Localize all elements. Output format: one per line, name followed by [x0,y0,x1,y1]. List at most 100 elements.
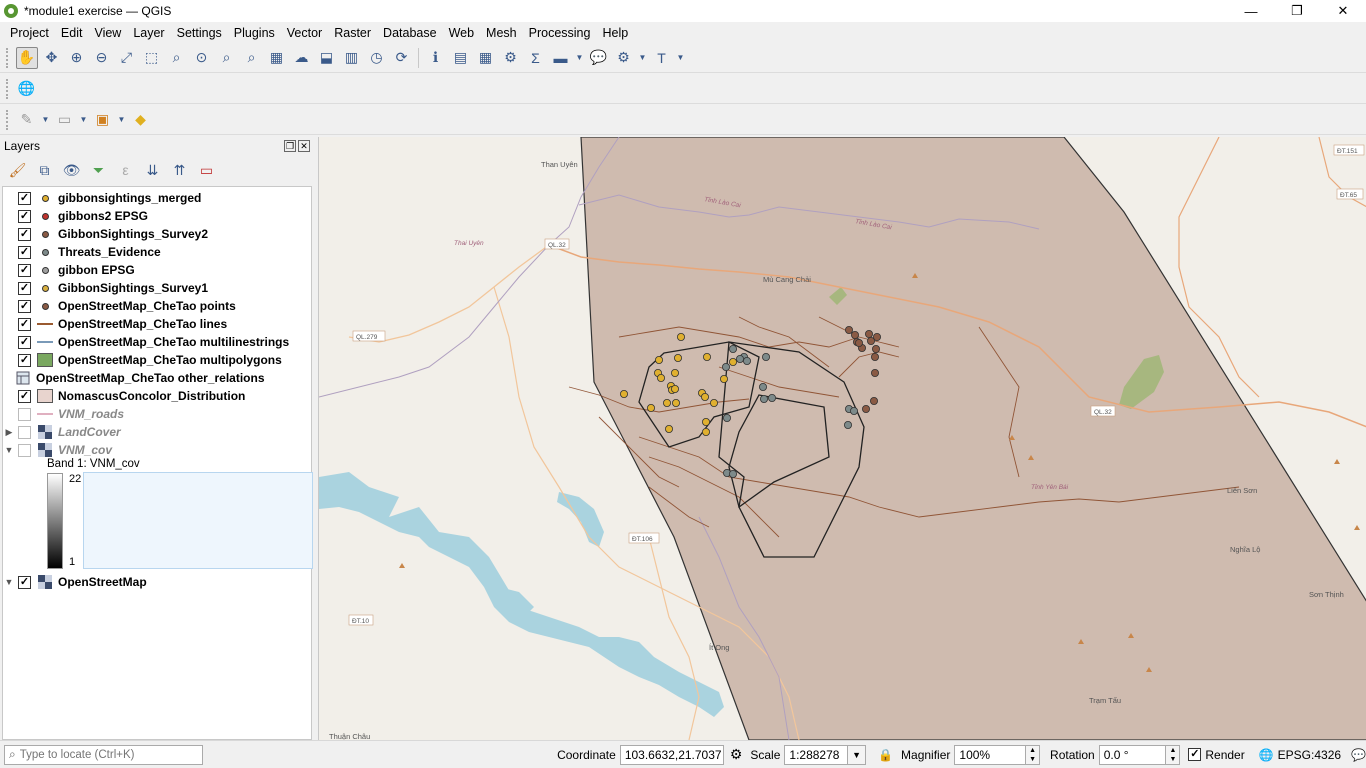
current-edits-icon[interactable]: ✎ [16,109,38,131]
layer-checkbox[interactable]: ✓ [18,263,31,277]
layer-row[interactable]: ✓ OpenStreetMap_CheTao multilinestrings [3,333,311,351]
layer-checkbox[interactable]: ✓ [18,209,31,223]
layer-checkbox[interactable] [18,407,31,421]
menu-vector[interactable]: Vector [281,26,328,40]
survey1-point[interactable] [664,424,673,433]
threat-point[interactable] [735,354,744,363]
survey2-point[interactable] [871,352,880,361]
layer-checkbox[interactable]: ✓ [18,353,31,367]
survey1-point[interactable] [728,357,737,366]
style-brush-icon[interactable]: 🖌 [6,159,30,181]
layer-checkbox[interactable] [18,425,31,439]
layer-row[interactable]: ✓ gibbonsightings_merged [3,189,311,207]
survey1-point[interactable] [676,332,685,341]
pan-to-selection-icon[interactable]: ✥ [41,47,63,69]
field-calculator-icon[interactable]: ▦ [475,47,497,69]
survey2-point[interactable] [871,368,880,377]
menu-processing[interactable]: Processing [523,26,597,40]
survey2-point[interactable] [855,338,864,347]
select-features-icon[interactable]: ⚙ [613,47,635,69]
scale-field[interactable]: 1:288278 [784,744,849,765]
layer-checkbox[interactable]: ✓ [18,191,31,205]
show-bookmarks-icon[interactable]: ☁ [291,47,313,69]
zoom-to-selection-icon[interactable]: ⬚ [141,47,163,69]
layer-row[interactable]: ✓ GibbonSightings_Survey2 [3,225,311,243]
new-bookmark-icon[interactable]: ▦ [266,47,288,69]
spatial-bookmarks-icon[interactable]: ⬓ [316,47,338,69]
filter-expression-icon[interactable]: ε [114,159,138,181]
survey1-point[interactable] [670,368,679,377]
lock-scale-icon[interactable]: 🔒 [878,748,893,762]
expand-arrow-icon[interactable]: ▼ [3,445,15,455]
layer-checkbox[interactable]: ✓ [18,389,31,403]
menu-help[interactable]: Help [596,26,634,40]
collapse-all-icon[interactable]: ⇈ [168,159,192,181]
layer-row[interactable]: ✓ NomascusConcolor_Distribution [3,387,311,405]
layer-row[interactable]: ▼ VNM_cov [3,441,311,459]
close-button[interactable]: ✕ [1320,0,1366,22]
layer-row[interactable]: VNM_roads [3,405,311,423]
layer-checkbox[interactable]: ✓ [18,299,31,313]
crs-label[interactable]: EPSG:4326 [1278,748,1341,762]
map-canvas[interactable]: Than Uyên Mù Cang Chải Ít Ong Liên Sơn N… [318,137,1366,740]
survey2-point[interactable] [873,332,882,341]
survey1-point[interactable] [670,384,679,393]
zoom-to-layer-icon[interactable]: ⌕ [166,47,188,69]
layer-checkbox[interactable]: ✓ [18,227,31,241]
messages-icon[interactable]: 💬 [1351,748,1366,762]
threat-point[interactable] [767,393,776,402]
zoom-full-icon[interactable]: ⤢ [116,47,138,69]
manage-visibility-icon[interactable]: 👁 [60,159,84,181]
layer-row[interactable]: ✓ OpenStreetMap_CheTao lines [3,315,311,333]
measure-icon[interactable]: ▬ [550,47,572,69]
threat-point[interactable] [850,406,859,415]
scale-dropdown-icon[interactable]: ▼ [848,744,867,765]
label-icon[interactable]: ◆ [130,109,152,131]
zoom-native-icon[interactable]: ⊙ [191,47,213,69]
layer-checkbox[interactable]: ✓ [18,281,31,295]
menu-raster[interactable]: Raster [328,26,377,40]
threat-point[interactable] [721,362,730,371]
threat-point[interactable] [728,344,737,353]
text-annotation-icon[interactable]: T [651,47,673,69]
layer-row[interactable]: ✓ gibbons2 EPSG [3,207,311,225]
toolbar-grip[interactable] [6,109,10,130]
survey1-point[interactable] [701,417,710,426]
menu-database[interactable]: Database [377,26,443,40]
survey1-point[interactable] [656,373,665,382]
annotation-dropdown-icon[interactable]: ▼ [676,47,686,69]
close-panel-icon[interactable]: ✕ [298,140,310,152]
float-panel-icon[interactable]: ❐ [284,140,296,152]
survey1-point[interactable] [654,355,663,364]
layer-row[interactable]: ✓ GibbonSightings_Survey1 [3,279,311,297]
menu-settings[interactable]: Settings [171,26,228,40]
layer-row[interactable]: ▶ LandCover [3,423,311,441]
threat-point[interactable] [758,382,767,391]
layer-checkbox[interactable]: ✓ [18,335,31,349]
survey1-point[interactable] [701,427,710,436]
menu-web[interactable]: Web [443,26,480,40]
threat-point[interactable] [722,413,731,422]
pan-icon[interactable]: ✋ [15,46,38,69]
collapse-arrow-icon[interactable]: ▼ [3,577,15,587]
toolbox-icon[interactable]: ⚙ [500,47,522,69]
coordinate-field[interactable]: 103.6632,21.7037 [619,744,724,765]
toolbar-grip[interactable] [6,78,10,99]
survey2-point[interactable] [845,325,854,334]
statistics-icon[interactable]: Σ [525,47,547,69]
survey2-point[interactable] [851,330,860,339]
crs-icon[interactable]: 🌐 [1259,748,1274,762]
menu-layer[interactable]: Layer [127,26,170,40]
toggle-extents-icon[interactable]: ⚙ [730,746,743,763]
layer-checkbox[interactable]: ✓ [18,575,31,589]
menu-project[interactable]: Project [4,26,55,40]
threat-point[interactable] [742,356,751,365]
zoom-last-icon[interactable]: ⌕ [216,47,238,69]
layer-checkbox[interactable]: ✓ [18,317,31,331]
expand-all-icon[interactable]: ⇊ [141,159,165,181]
layer-checkbox[interactable] [18,443,31,457]
survey1-point[interactable] [646,403,655,412]
rotation-field[interactable]: 0.0 ° [1098,744,1167,765]
minimize-button[interactable]: — [1228,0,1274,22]
survey2-point[interactable] [872,344,881,353]
